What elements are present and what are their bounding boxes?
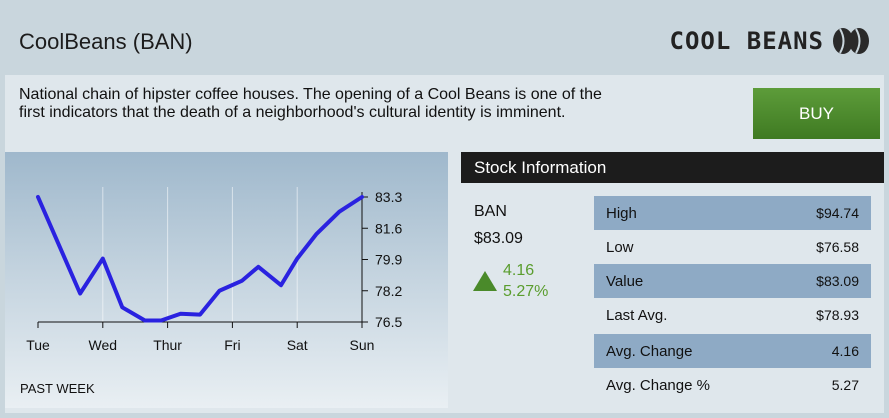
change-amount: 4.16 — [503, 262, 535, 279]
x-tick-label: Fri — [224, 337, 240, 353]
page-title: CoolBeans (BAN) — [19, 29, 193, 54]
stat-label: Avg. Change — [606, 342, 693, 360]
y-tick-label: 78.2 — [375, 283, 402, 299]
stock-info-heading: Stock Information — [461, 152, 884, 183]
x-tick-label: Thur — [153, 337, 182, 353]
change-block: 4.16 5.27% — [473, 260, 548, 302]
stat-value: 4.16 — [831, 343, 859, 359]
chart-svg: Tue Wed Thur Fri Sat Sun 83.3 81.6 79.9 78.2 76.5 — [26, 187, 402, 353]
change-values: 4.16 5.27% — [503, 260, 548, 302]
header: CoolBeans (BAN) COOL BEANS — [5, 5, 884, 75]
stat-row-low: Low $76.58 — [594, 230, 871, 264]
stat-row-last-avg: Last Avg. $78.93 — [594, 298, 871, 332]
x-tick-label: Sun — [350, 337, 375, 353]
up-arrow-icon — [473, 271, 497, 291]
stat-row-high: High $94.74 — [594, 196, 871, 230]
stock-price: $83.09 — [474, 230, 523, 247]
brand-logo: COOL BEANS — [670, 25, 871, 57]
y-tick-label: 79.9 — [375, 252, 402, 268]
change-percent: 5.27% — [503, 283, 549, 300]
stat-label: Avg. Change % — [606, 376, 710, 394]
y-tick-label: 81.6 — [375, 220, 402, 236]
y-tick-label: 76.5 — [375, 314, 402, 330]
stat-row-avg-change: Avg. Change 4.16 — [594, 334, 871, 368]
x-tick-label: Tue — [26, 337, 50, 353]
stat-row-value: Value $83.09 — [594, 264, 871, 298]
stat-value: $78.93 — [816, 307, 859, 323]
stock-info-panel: Stock Information BAN $83.09 4.16 5.27% … — [461, 152, 884, 408]
logo-text: COOL BEANS — [669, 27, 824, 55]
stat-value: $83.09 — [816, 273, 859, 289]
stock-symbol: BAN — [474, 203, 507, 220]
coffee-beans-icon — [833, 28, 869, 54]
stats-table: High $94.74 Low $76.58 Value $83.09 Last… — [594, 196, 871, 402]
stat-value: $94.74 — [816, 205, 859, 221]
stat-value: $76.58 — [816, 239, 859, 255]
x-tick-label: Sat — [287, 337, 308, 353]
stat-value: 5.27 — [831, 377, 859, 393]
company-description: National chain of hipster coffee houses.… — [19, 86, 602, 121]
y-tick-label: 83.3 — [375, 189, 402, 205]
chart-caption: PAST WEEK — [20, 381, 95, 396]
stat-label: Value — [606, 272, 644, 290]
price-chart: Tue Wed Thur Fri Sat Sun 83.3 81.6 79.9 78.2 76.5 … — [5, 152, 448, 408]
stat-label: High — [606, 204, 637, 222]
stat-row-avg-change-pct: Avg. Change % 5.27 — [594, 368, 871, 402]
price-line — [36, 195, 364, 323]
stat-label: Last Avg. — [606, 306, 668, 324]
x-tick-label: Wed — [89, 337, 118, 353]
stat-label: Low — [606, 238, 634, 256]
buy-button[interactable]: BUY — [753, 88, 880, 139]
